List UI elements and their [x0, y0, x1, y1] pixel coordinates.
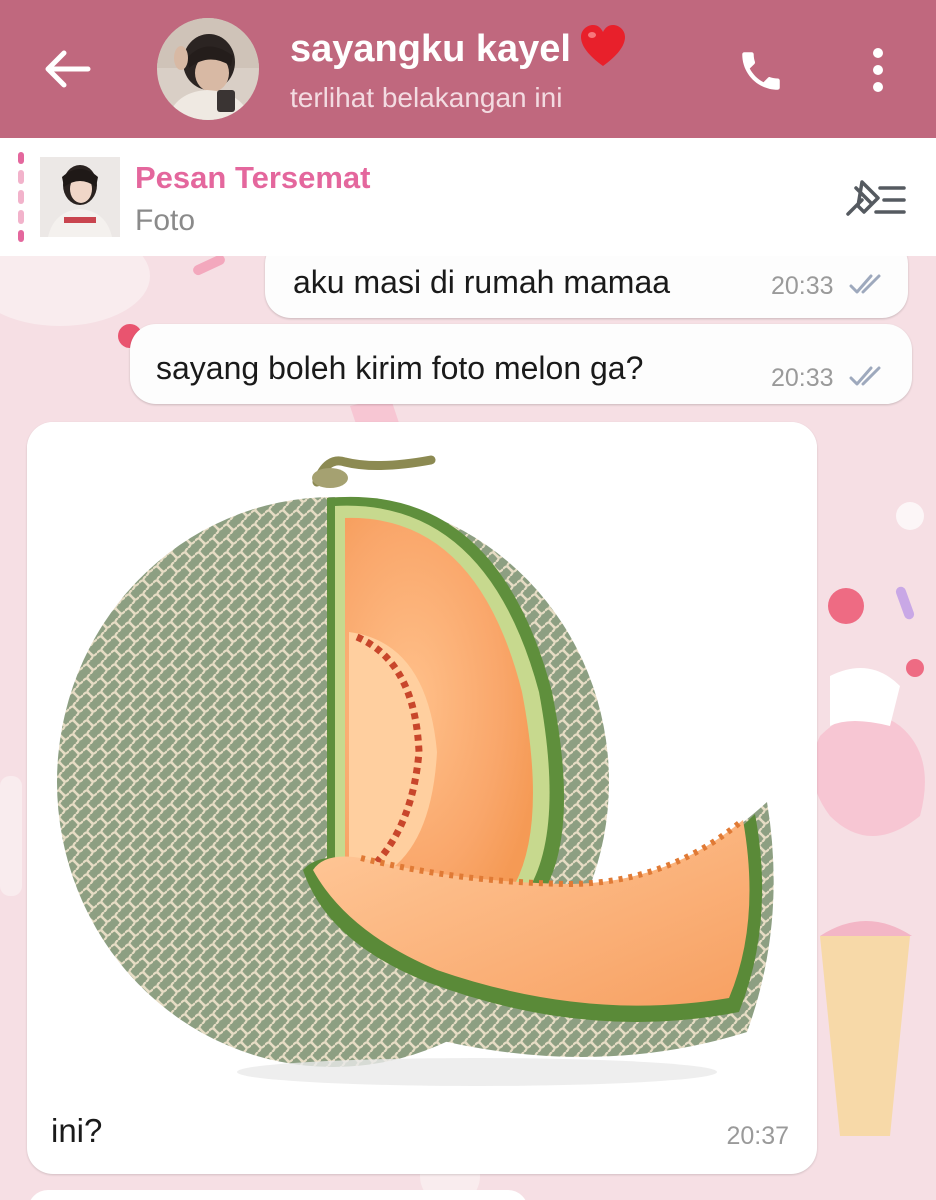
more-vert-icon: [873, 48, 883, 92]
pinned-message-bar[interactable]: [0, 138, 936, 256]
contact-name[interactable]: sayangku kayel: [290, 24, 627, 78]
message-time: 20:33: [771, 272, 834, 300]
pin-list-icon: [846, 180, 906, 216]
incoming-photo-message[interactable]: ini? 20:37: [27, 422, 817, 1174]
next-message-peek: [28, 1190, 528, 1200]
outgoing-message[interactable]: sayang boleh kirim foto melon ga? 20:33: [130, 324, 912, 404]
more-options-button[interactable]: [862, 46, 894, 94]
chat-area[interactable]: aku masi di rumah mamaa 20:33 sayang bol…: [0, 256, 936, 1200]
contact-name-text: sayangku kayel: [290, 28, 571, 71]
contact-avatar[interactable]: [157, 18, 259, 120]
last-seen-status: terlihat belakangan ini: [290, 82, 563, 113]
message-text: sayang boleh kirim foto melon ga?: [156, 350, 644, 386]
phone-icon: [742, 52, 780, 90]
pin-indicator: [18, 152, 24, 242]
pinned-title: Pesan Tersemat: [135, 160, 371, 195]
photo-caption: ini?: [51, 1112, 103, 1149]
double-check-icon: [849, 274, 881, 294]
back-button[interactable]: [42, 46, 92, 92]
message-time: 20:37: [726, 1122, 789, 1150]
pinned-list-button[interactable]: [842, 178, 906, 222]
pinned-photo-thumbnail[interactable]: [40, 157, 120, 242]
message-time: 20:33: [771, 364, 834, 392]
call-button[interactable]: [736, 46, 786, 96]
message-text: aku masi di rumah mamaa: [293, 264, 671, 300]
pinned-subtitle: Foto: [135, 204, 196, 237]
melon-photo[interactable]: [27, 422, 817, 1112]
chat-header: sayangku kayel terlihat belakangan ini: [0, 0, 936, 138]
double-check-icon: [849, 366, 881, 386]
heart-emoji: [579, 24, 627, 78]
back-arrow-icon: [45, 50, 91, 88]
outgoing-message[interactable]: aku masi di rumah mamaa 20:33: [265, 256, 908, 318]
